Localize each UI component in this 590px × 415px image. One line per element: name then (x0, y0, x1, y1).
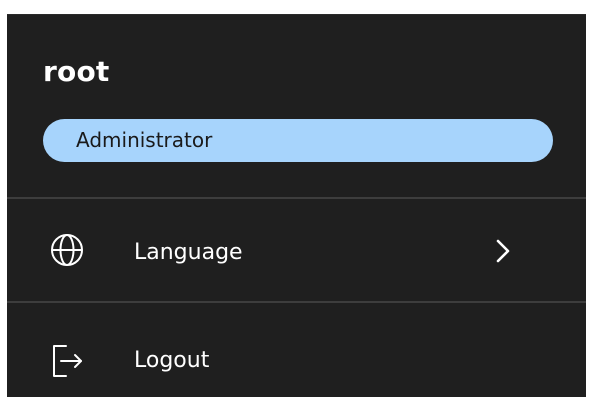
menu-item-language[interactable]: Language (7, 201, 586, 301)
role-label: Administrator (76, 128, 213, 152)
menu-item-logout-label: Logout (134, 348, 210, 373)
divider (7, 197, 586, 199)
menu-item-language-label: Language (134, 240, 243, 265)
logout-icon (53, 345, 82, 377)
divider (7, 301, 586, 303)
chevron-right-icon (496, 239, 510, 263)
globe-icon (51, 234, 83, 266)
role-badge: Administrator (43, 119, 553, 162)
user-menu: root Administrator Language Logout (7, 14, 586, 397)
username: root (43, 55, 110, 88)
menu-item-logout[interactable]: Logout (7, 307, 586, 407)
user-info: root Administrator (7, 15, 586, 198)
